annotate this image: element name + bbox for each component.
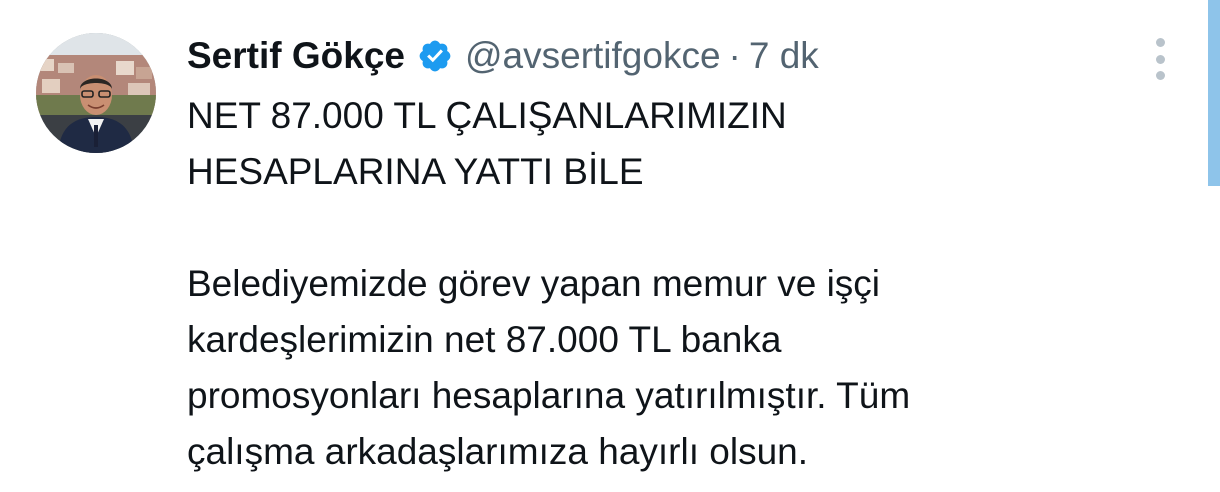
tweet-header: Sertif Gökçe @avsertifgokce · 7 dk [187,30,819,82]
tweet-timestamp[interactable]: 7 dk [749,35,819,77]
tweet-card[interactable]: Sertif Gökçe @avsertifgokce · 7 dk NET 8… [0,0,1220,492]
verified-badge-icon [417,38,453,74]
body-line: Belediyemizde görev yapan memur ve işçi [187,263,881,304]
author-handle[interactable]: @avsertifgokce [465,35,721,77]
more-dot [1155,38,1165,47]
separator-dot: · [728,35,741,76]
avatar[interactable] [36,33,156,153]
more-dot [1155,54,1165,64]
more-dot [1155,71,1165,80]
scrollbar[interactable] [1208,0,1220,186]
avatar-photo [36,33,156,153]
author-name[interactable]: Sertif Gökçe [187,35,405,77]
more-options-icon[interactable] [1148,38,1172,80]
headline-line: HESAPLARINA YATTI BİLE [187,151,644,192]
headline-line: NET 87.000 TL ÇALIŞANLARIMIZIN [187,95,787,136]
body-line: çalışma arkadaşlarımıza hayırlı olsun. [187,431,809,472]
tweet-text: NET 87.000 TL ÇALIŞANLARIMIZIN HESAPLARI… [187,88,1167,480]
body-line: kardeşlerimizin net 87.000 TL banka [187,319,782,360]
body-line: promosyonları hesaplarına yatırılmıştır.… [187,375,911,416]
